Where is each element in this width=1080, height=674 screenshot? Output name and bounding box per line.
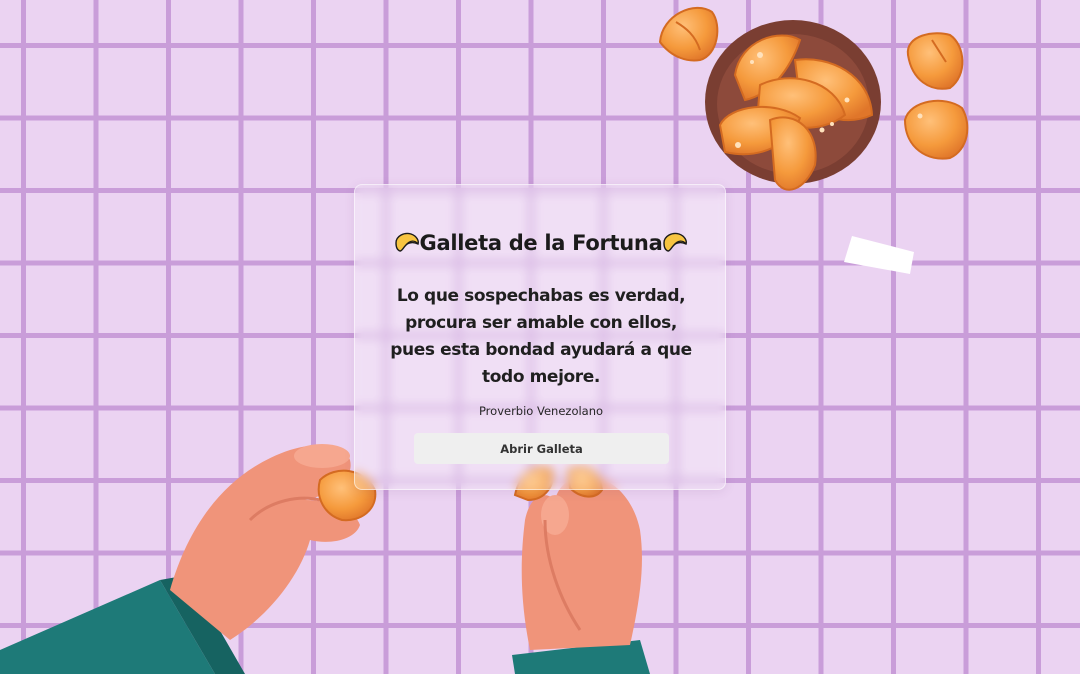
fortune-author: Proverbio Venezolano: [478, 404, 604, 418]
fortune-cookie-icon: [663, 232, 688, 252]
right-hand: [512, 465, 650, 674]
fortune-card: Galleta de la Fortuna Lo que sospechabas…: [354, 184, 726, 490]
fortune-cookie-icon: [394, 232, 419, 252]
illustration-background: Galleta de la Fortuna Lo que sospechabas…: [0, 0, 1080, 674]
page-title: Galleta de la Fortuna: [355, 231, 727, 255]
open-cookie-button[interactable]: Abrir Galleta: [414, 433, 669, 464]
loose-cookie-right: [903, 99, 969, 160]
loose-cookie-top: [658, 6, 719, 62]
fortune-paper-slip: [844, 236, 914, 274]
left-hand: [0, 444, 377, 674]
fortune-message: Lo que sospechabas es verdad, procura se…: [390, 286, 692, 387]
cookie-bowl: [705, 20, 881, 191]
loose-cookie-right-top: [906, 32, 964, 90]
title-text: Galleta de la Fortuna: [419, 231, 663, 255]
